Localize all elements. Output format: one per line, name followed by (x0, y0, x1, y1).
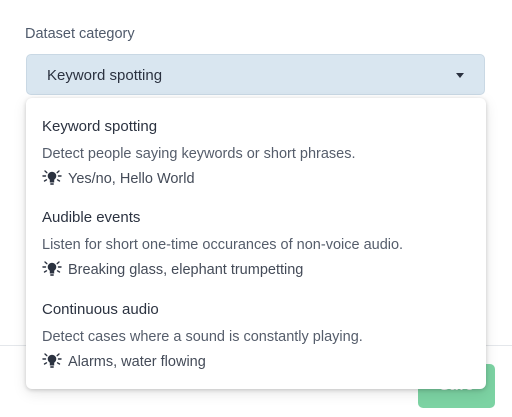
option-description: Detect cases where a sound is constantly… (42, 329, 363, 345)
dataset-category-label: Dataset category (25, 26, 135, 42)
option-description: Detect people saying keywords or short p… (42, 146, 356, 162)
option-description: Listen for short one-time occurances of … (42, 237, 404, 253)
examples-text: Breaking glass, elephant trumpetting (68, 262, 304, 278)
examples-text: Alarms, water flowing (68, 354, 206, 370)
dataset-category-menu: Keyword spotting Detect people saying ke… (26, 98, 486, 389)
option-title: Continuous audio (42, 301, 159, 318)
examples-text: Yes/no, Hello World (68, 171, 195, 187)
lightbulb-icon (42, 170, 62, 185)
lightbulb-icon (42, 353, 62, 368)
option-keyword-spotting[interactable]: Keyword spotting Detect people saying ke… (42, 118, 474, 204)
option-examples: Breaking glass, elephant trumpetting (42, 261, 303, 278)
caret-down-icon (456, 73, 464, 78)
dataset-category-select[interactable]: Keyword spotting (26, 54, 485, 95)
option-audible-events[interactable]: Audible events Listen for short one-time… (42, 209, 474, 295)
option-title: Keyword spotting (42, 118, 158, 135)
selected-value: Keyword spotting (47, 67, 163, 84)
option-examples: Yes/no, Hello World (42, 170, 195, 187)
lightbulb-icon (42, 261, 62, 276)
option-title: Audible events (42, 209, 141, 226)
option-continuous-audio[interactable]: Continuous audio Detect cases where a so… (42, 301, 474, 387)
option-examples: Alarms, water flowing (42, 353, 206, 370)
